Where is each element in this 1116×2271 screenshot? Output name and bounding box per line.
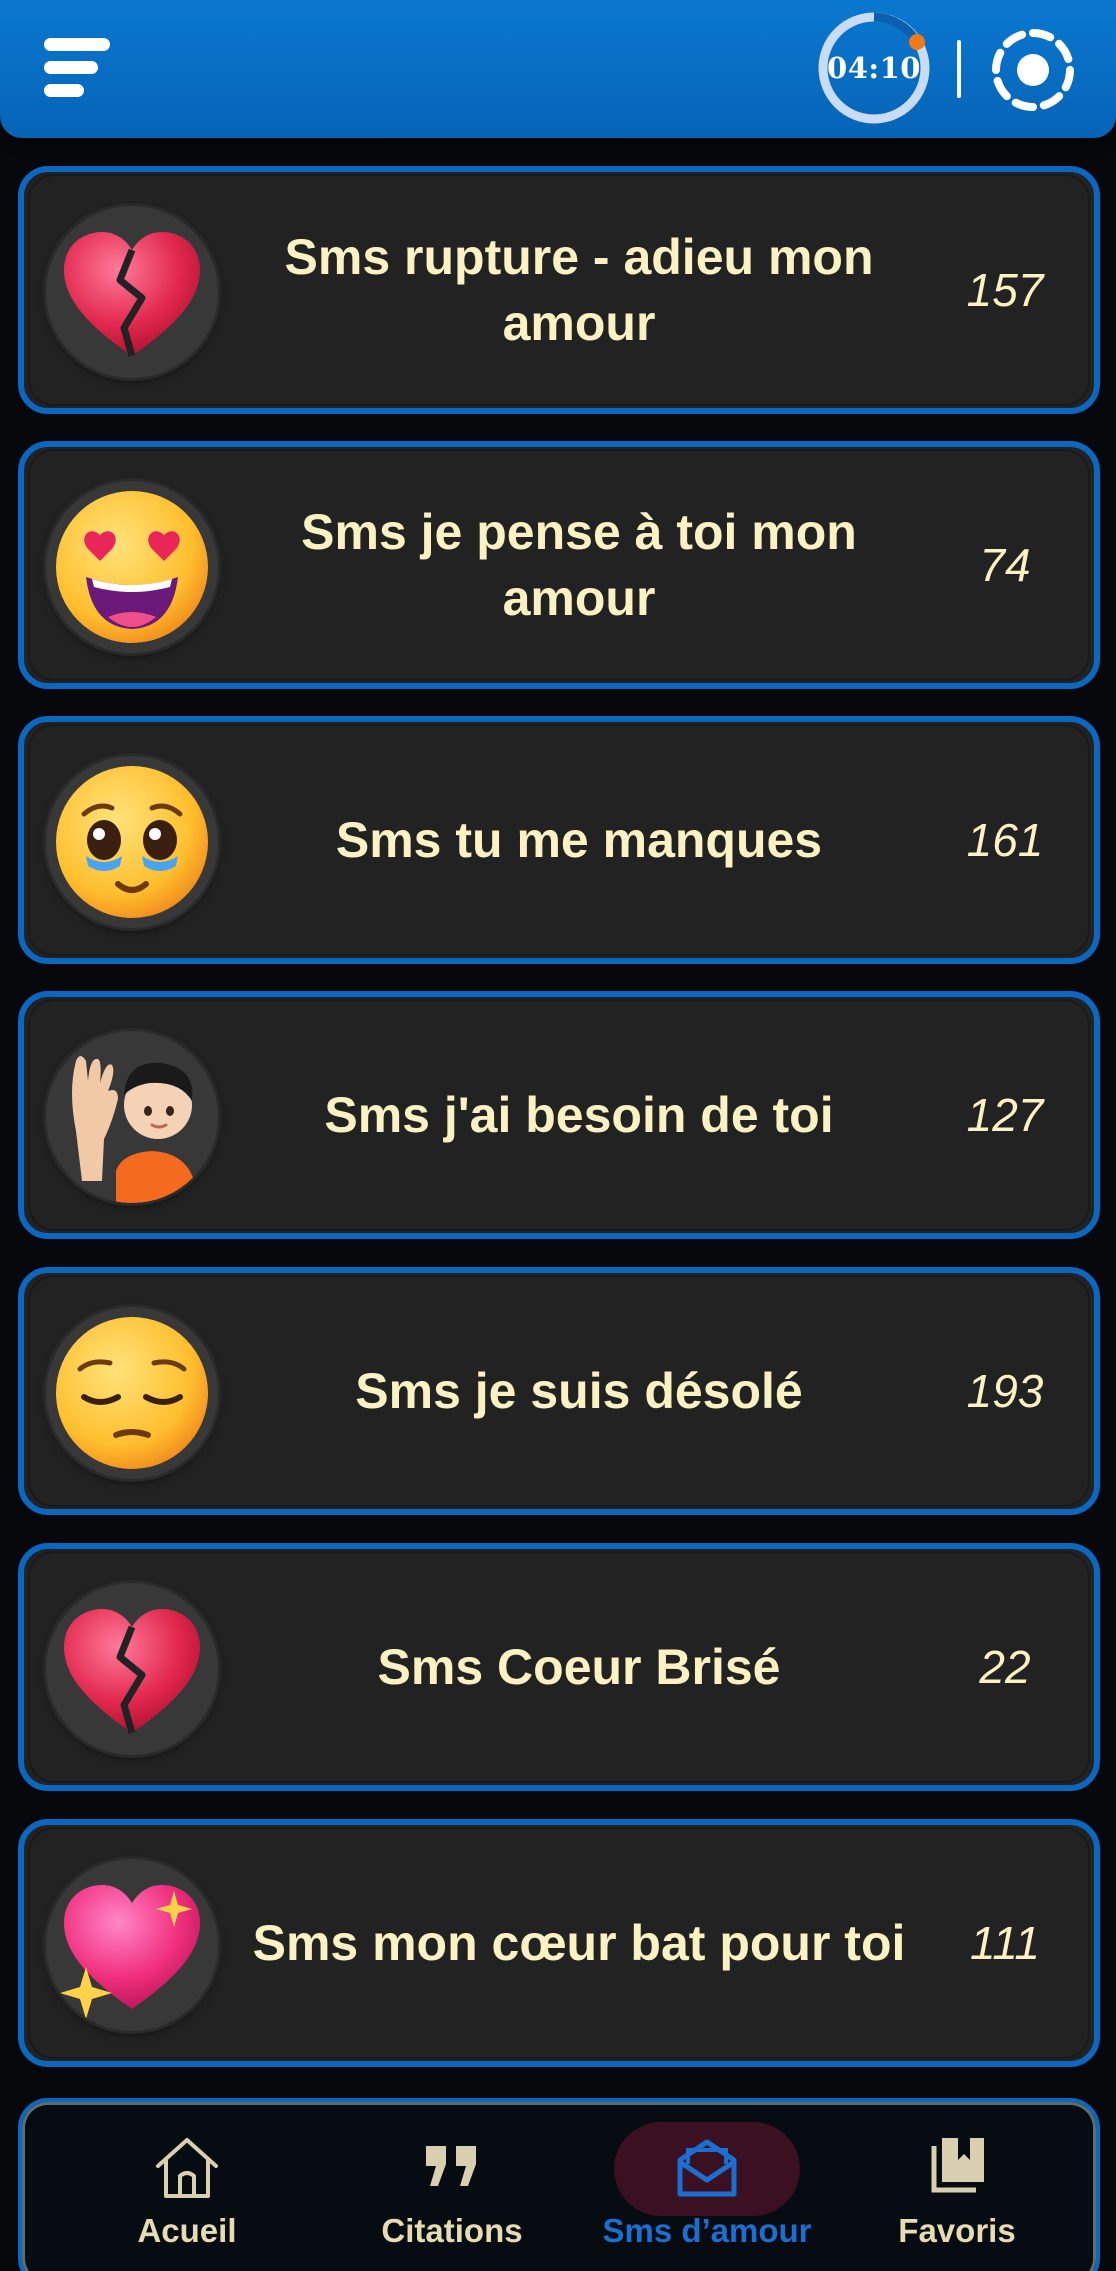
timer[interactable]: 04:10 [814, 8, 934, 128]
nav-label: Sms d’amour [602, 2212, 812, 2249]
nav-item-favorites[interactable]: Favoris [832, 2102, 1082, 2271]
heart-eyes-icon [56, 491, 208, 643]
category-title: Sms Coeur Brisé [377, 1639, 781, 1695]
timer-text: 04:10 [827, 51, 921, 85]
menu-icon-line [44, 84, 84, 97]
nav-item-sms-amour[interactable]: Sms d’amour [582, 2102, 832, 2271]
category-card[interactable]: Sms rupture - adieu mon amour 157 [18, 166, 1100, 414]
category-count: 111 [970, 1917, 1040, 1969]
category-card[interactable]: Sms tu me manques 161 [18, 716, 1100, 964]
avatar [46, 756, 218, 928]
broken-heart-icon [64, 232, 200, 357]
category-title: Sms j'ai besoin de toi [324, 1087, 834, 1143]
header-divider [957, 40, 961, 98]
category-title: Sms tu me manques [335, 812, 823, 868]
bookmark-icon [931, 2138, 984, 2193]
app-header: 04:10 [0, 0, 1116, 138]
avatar [46, 1583, 218, 1755]
broken-heart-icon [64, 1609, 200, 1734]
nav-label: Citations [381, 2212, 523, 2249]
nav-item-quotes[interactable]: Citations [317, 2102, 587, 2271]
category-count: 157 [966, 264, 1044, 316]
holding-back-tears-icon [56, 766, 208, 918]
category-count: 127 [966, 1089, 1044, 1141]
category-count: 74 [979, 539, 1031, 591]
avatar [46, 1307, 218, 1479]
menu-icon [44, 38, 110, 51]
settings-button[interactable] [988, 25, 1078, 115]
avatar [46, 481, 218, 653]
nav-label: Acueil [137, 2212, 237, 2249]
category-card[interactable]: Sms mon cœur bat pour toi 111 [18, 1819, 1100, 2067]
category-card[interactable]: Sms Coeur Brisé 22 [18, 1543, 1100, 1791]
quote-icon [426, 2146, 476, 2186]
avatar [46, 1031, 218, 1203]
category-count: 161 [966, 814, 1044, 866]
sparkling-heart-icon [60, 1885, 200, 2019]
category-card[interactable]: Sms j'ai besoin de toi 127 [18, 991, 1100, 1239]
category-title: Sms mon cœur bat pour toi [252, 1915, 906, 1971]
home-icon [156, 2138, 218, 2198]
category-title: Sms je pense à toi mon amour [301, 504, 857, 626]
mail-icon [677, 2139, 737, 2197]
avatar [46, 206, 218, 378]
pensive-face-icon [56, 1317, 208, 1469]
person-raising-hand-icon [72, 1056, 196, 1203]
category-title: Sms rupture - adieu mon amour [284, 229, 874, 351]
category-card[interactable]: Sms je suis désolé 193 [18, 1267, 1100, 1515]
category-count: 22 [979, 1641, 1031, 1693]
nav-item-home[interactable]: Acueil [62, 2102, 312, 2271]
bottom-nav: Acueil Citations Sms d’amour Favoris [18, 2098, 1100, 2271]
category-count: 193 [966, 1365, 1044, 1417]
category-card[interactable]: Sms je pense à toi mon amour 74 [18, 441, 1100, 689]
menu-button[interactable] [44, 38, 116, 98]
avatar [46, 1859, 218, 2031]
menu-icon-line [44, 61, 98, 74]
category-title: Sms je suis désolé [355, 1363, 803, 1419]
settings-icon [992, 29, 1074, 111]
nav-label: Favoris [898, 2212, 1016, 2249]
